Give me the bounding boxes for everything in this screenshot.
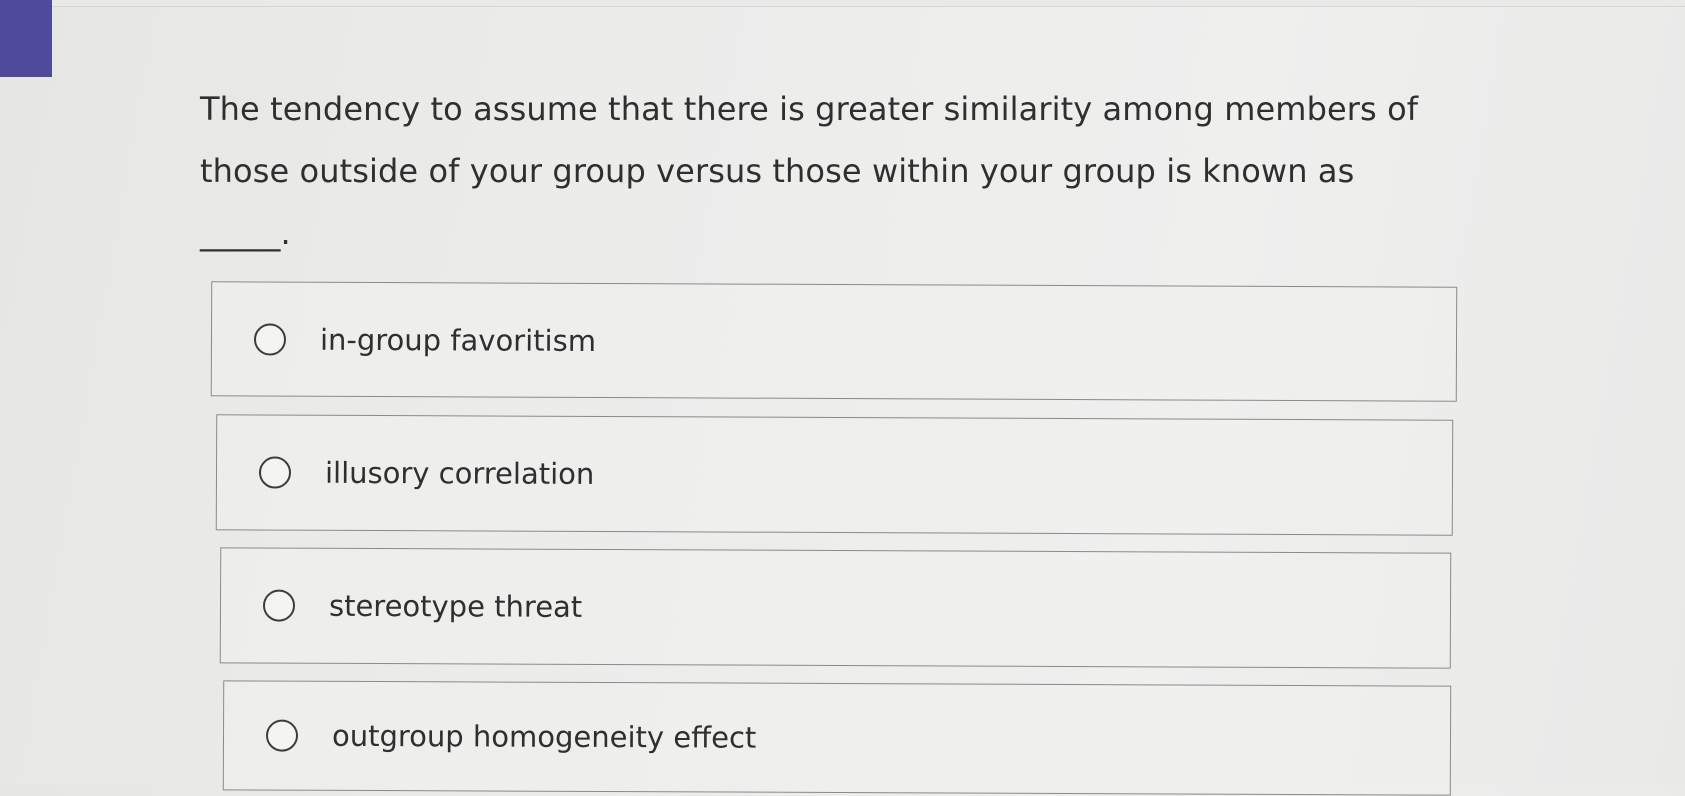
answer-options: in-group favoritism illusory correlation… (0, 0, 1685, 796)
radio-unchecked-icon[interactable] (253, 322, 287, 356)
radio-unchecked-icon[interactable] (258, 456, 292, 489)
option-label: illusory correlation (324, 455, 595, 491)
option-stereotype-threat[interactable]: stereotype threat (219, 547, 1452, 669)
option-illusory-correlation[interactable]: illusory correlation (215, 414, 1454, 536)
option-label: outgroup homogeneity effect (331, 718, 757, 755)
radio-unchecked-icon[interactable] (265, 719, 299, 752)
radio-unchecked-icon[interactable] (262, 589, 296, 622)
option-label: in-group favoritism (319, 322, 597, 358)
option-outgroup-homogeneity-effect[interactable]: outgroup homogeneity effect (222, 680, 1452, 796)
option-label: stereotype threat (328, 588, 583, 624)
option-in-group-favoritism[interactable]: in-group favoritism (210, 281, 1458, 402)
